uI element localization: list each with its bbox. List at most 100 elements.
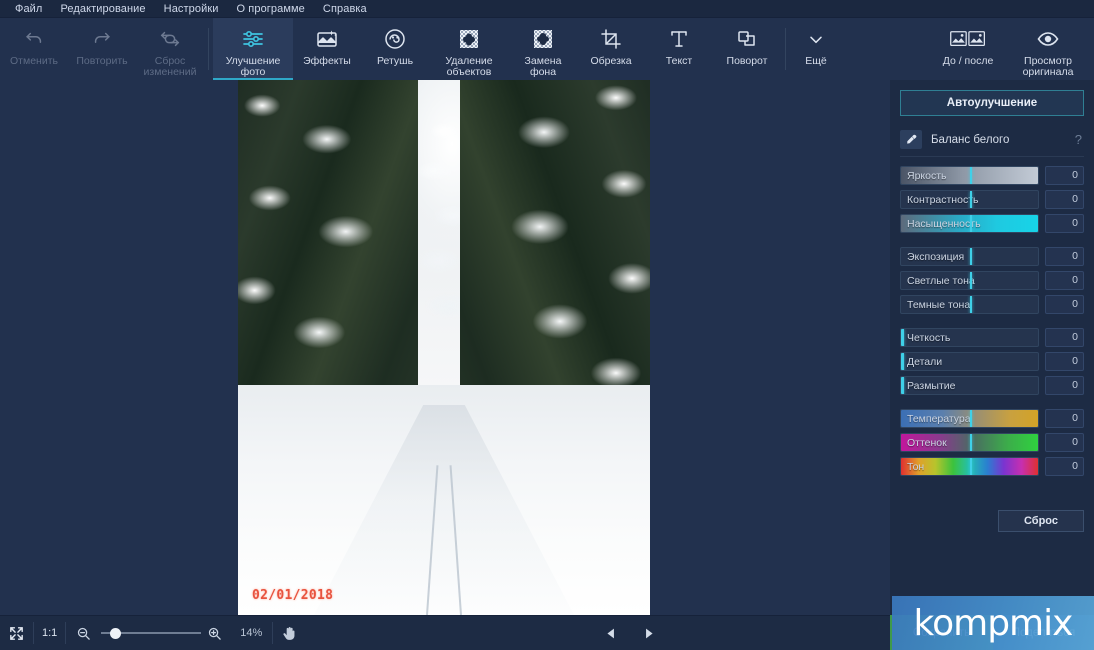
save-button[interactable]: Сохранить (890, 615, 993, 650)
zoom-out-button[interactable] (66, 616, 95, 650)
slider-value-tint[interactable]: 0 (1045, 433, 1084, 452)
canvas-area[interactable]: 02/01/2018 (0, 80, 890, 615)
photo-datestamp: 02/01/2018 (252, 588, 334, 603)
slider-value-clarity[interactable]: 0 (1045, 328, 1084, 347)
hand-tool-button[interactable] (273, 616, 306, 650)
slider-row-tint[interactable]: Оттенок 0 (900, 433, 1084, 452)
slider-value-shadows[interactable]: 0 (1045, 295, 1084, 314)
slider-row-exposure[interactable]: Экспозиция 0 (900, 247, 1084, 266)
fit-to-screen-button[interactable] (0, 616, 33, 650)
slider-value-contrast[interactable]: 0 (1045, 190, 1084, 209)
slider-track-tint[interactable]: Оттенок (900, 433, 1040, 452)
slider-value-brightness[interactable]: 0 (1045, 166, 1084, 185)
slider-handle-contrast[interactable] (969, 191, 972, 208)
slider-handle-tint[interactable] (969, 434, 972, 451)
slider-handle-highlights[interactable] (969, 272, 972, 289)
zoom-slider-knob[interactable] (110, 627, 122, 639)
share-button[interactable]: Поделиться (993, 615, 1094, 650)
redo-icon (91, 25, 113, 53)
slider-handle-temperature[interactable] (969, 410, 972, 427)
slider-value-exposure[interactable]: 0 (1045, 247, 1084, 266)
tab-effects[interactable]: Эффекты (293, 18, 361, 80)
slider-value-hue[interactable]: 0 (1045, 457, 1084, 476)
slider-row-blur[interactable]: Размытие 0 (900, 376, 1084, 395)
prev-image-button[interactable] (593, 616, 630, 650)
slider-track-exposure[interactable]: Экспозиция (900, 247, 1040, 266)
slider-handle-clarity[interactable] (901, 329, 904, 346)
slider-group-tone: Экспозиция 0 Светлые тона 0 Темные тона … (900, 247, 1084, 314)
slider-row-highlights[interactable]: Светлые тона 0 (900, 271, 1084, 290)
slider-track-hue[interactable]: Тон (900, 457, 1040, 476)
slider-row-contrast[interactable]: Контрастность 0 (900, 190, 1084, 209)
tab-background-change-label: Замена фона (524, 55, 562, 78)
slider-value-saturation[interactable]: 0 (1045, 214, 1084, 233)
photo-preview[interactable]: 02/01/2018 (238, 80, 650, 615)
reset-adjustments-button[interactable]: Сброс (998, 510, 1084, 532)
slider-handle-details[interactable] (901, 353, 904, 370)
adjustments-panel: Автоулучшение Баланс белого ? Яркость 0 (890, 80, 1094, 615)
menu-item-edit[interactable]: Редактирование (51, 1, 154, 17)
slider-row-clarity[interactable]: Четкость 0 (900, 328, 1084, 347)
slider-label-details: Детали (907, 356, 943, 368)
slider-row-shadows[interactable]: Темные тона 0 (900, 295, 1084, 314)
slider-handle-exposure[interactable] (969, 248, 972, 265)
tab-retouch-label: Ретушь (376, 55, 414, 67)
tab-crop[interactable]: Обрезка (577, 18, 645, 80)
menu-bar: Файл Редактирование Настройки О программ… (0, 0, 1094, 18)
chevron-down-icon (806, 25, 826, 53)
slider-label-highlights: Светлые тона (907, 275, 975, 287)
slider-track-temperature[interactable]: Температура (900, 409, 1040, 428)
before-after-icon (949, 25, 987, 53)
menu-item-file[interactable]: Файл (6, 1, 51, 17)
zoom-in-button[interactable] (207, 616, 230, 650)
slider-handle-brightness[interactable] (969, 167, 972, 184)
help-icon[interactable]: ? (1075, 132, 1084, 147)
toolbar-redo-button[interactable]: Повторить (68, 18, 136, 80)
menu-item-help[interactable]: Справка (314, 1, 376, 17)
slider-track-contrast[interactable]: Контрастность (900, 190, 1040, 209)
zoom-1to1-button[interactable]: 1:1 (34, 616, 65, 650)
slider-handle-shadows[interactable] (969, 296, 972, 313)
eyedropper-icon[interactable] (900, 130, 922, 149)
tab-photo-enhance[interactable]: Улучшение фото (213, 18, 293, 80)
auto-enhance-button[interactable]: Автоулучшение (900, 90, 1084, 116)
slider-row-saturation[interactable]: Насыщенность 0 (900, 214, 1084, 233)
tab-photo-enhance-label: Улучшение фото (225, 55, 281, 78)
slider-track-shadows[interactable]: Темные тона (900, 295, 1040, 314)
before-after-button[interactable]: До / после (928, 18, 1008, 80)
slider-group-detail: Четкость 0 Детали 0 Размытие 0 (900, 328, 1084, 395)
slider-track-clarity[interactable]: Четкость (900, 328, 1040, 347)
slider-value-details[interactable]: 0 (1045, 352, 1084, 371)
slider-value-highlights[interactable]: 0 (1045, 271, 1084, 290)
tab-text[interactable]: Текст (645, 18, 713, 80)
tab-background-change[interactable]: Замена фона (509, 18, 577, 80)
slider-track-saturation[interactable]: Насыщенность (900, 214, 1040, 233)
slider-handle-hue[interactable] (969, 458, 972, 475)
toolbar-more-button[interactable]: Ещё (790, 18, 842, 80)
slider-label-brightness: Яркость (907, 170, 947, 182)
zoom-slider[interactable] (101, 626, 202, 640)
slider-value-temperature[interactable]: 0 (1045, 409, 1084, 428)
menu-item-about[interactable]: О программе (228, 1, 314, 17)
view-original-button[interactable]: Просмотр оригинала (1008, 18, 1088, 80)
menu-item-settings[interactable]: Настройки (155, 1, 228, 17)
slider-track-brightness[interactable]: Яркость (900, 166, 1040, 185)
toolbar-reset-changes-button[interactable]: Сброс изменений (136, 18, 204, 80)
slider-handle-saturation[interactable] (969, 215, 972, 232)
next-image-button[interactable] (630, 616, 667, 650)
tab-object-removal[interactable]: Удаление объектов (429, 18, 509, 80)
slider-track-blur[interactable]: Размытие (900, 376, 1040, 395)
slider-handle-blur[interactable] (901, 377, 904, 394)
slider-row-temperature[interactable]: Температура 0 (900, 409, 1084, 428)
slider-row-details[interactable]: Детали 0 (900, 352, 1084, 371)
tab-rotate[interactable]: Поворот (713, 18, 781, 80)
slider-track-details[interactable]: Детали (900, 352, 1040, 371)
slider-track-highlights[interactable]: Светлые тона (900, 271, 1040, 290)
toolbar-undo-button[interactable]: Отменить (0, 18, 68, 80)
slider-row-brightness[interactable]: Яркость 0 (900, 166, 1084, 185)
slider-row-hue[interactable]: Тон 0 (900, 457, 1084, 476)
tab-retouch[interactable]: Ретушь (361, 18, 429, 80)
main-toolbar: Отменить Повторить Сброс изменений Улучш… (0, 18, 1094, 80)
slider-value-blur[interactable]: 0 (1045, 376, 1084, 395)
